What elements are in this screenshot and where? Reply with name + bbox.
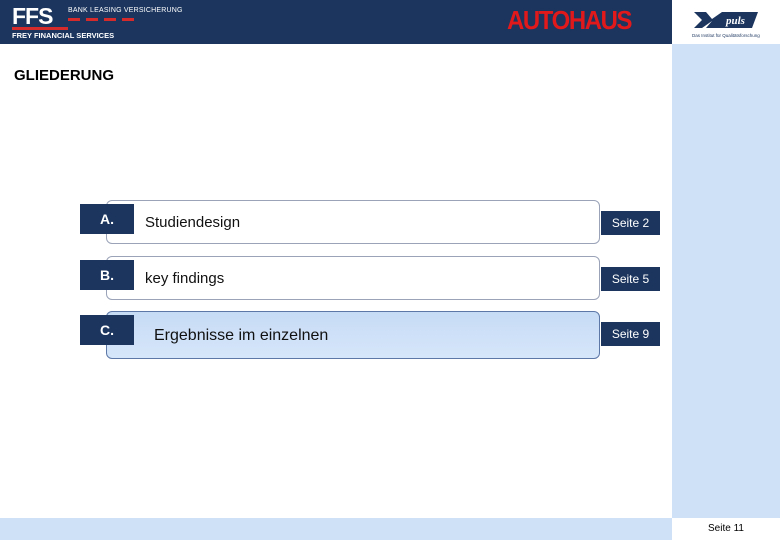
header-bar: FFS BANK LEASING VERSICHERUNG FREY FINAN… <box>0 0 672 44</box>
ffs-logo: FFS BANK LEASING VERSICHERUNG FREY FINAN… <box>12 3 192 40</box>
ffs-dashes-decoration <box>68 18 138 21</box>
agenda-letter-badge: A. <box>80 204 134 234</box>
agenda-letter-badge: C. <box>80 315 134 345</box>
puls-tagline: Das Institut für Qualitätsforschung <box>692 33 760 38</box>
ffs-underline-decoration <box>12 27 68 30</box>
ffs-logo-mark: FFS <box>12 3 53 29</box>
puls-logo: puls Das Institut für Qualitätsforschung <box>672 0 780 44</box>
page-title: GLIEDERUNG <box>14 67 115 84</box>
page-number-box: Seite 11 <box>672 518 780 540</box>
agenda-label: Studiendesign <box>145 214 241 231</box>
autohaus-logo: AUTOHAUS <box>507 5 632 35</box>
agenda-page-badge: Seite 5 <box>601 267 660 291</box>
svg-text:puls: puls <box>725 15 745 27</box>
agenda-letter-badge: B. <box>80 260 134 290</box>
page-number: Seite 11 <box>708 523 744 534</box>
agenda-bar[interactable]: key findings Seite 5 <box>106 256 660 300</box>
agenda-label: Ergebnisse im einzelnen <box>154 327 329 344</box>
right-side-panel <box>672 44 780 518</box>
agenda-bar[interactable]: Studiendesign Seite 2 <box>106 200 660 244</box>
agenda-item-a[interactable]: Studiendesign Seite 2 A. <box>80 200 660 248</box>
ffs-subtitle: FREY FINANCIAL SERVICES <box>12 31 115 40</box>
bottom-bar <box>0 518 672 540</box>
agenda-item-c[interactable]: Ergebnisse im einzelnen Seite 9 C. <box>80 311 660 359</box>
agenda-bar-active[interactable]: Ergebnisse im einzelnen Seite 9 <box>106 311 660 359</box>
agenda-page-badge: Seite 9 <box>601 322 660 346</box>
agenda-page-badge: Seite 2 <box>601 211 660 235</box>
agenda-label: key findings <box>145 270 225 287</box>
agenda-item-b[interactable]: key findings Seite 5 B. <box>80 256 660 304</box>
puls-logo-icon: puls <box>694 12 758 28</box>
ffs-tagline: BANK LEASING VERSICHERUNG <box>68 7 183 14</box>
